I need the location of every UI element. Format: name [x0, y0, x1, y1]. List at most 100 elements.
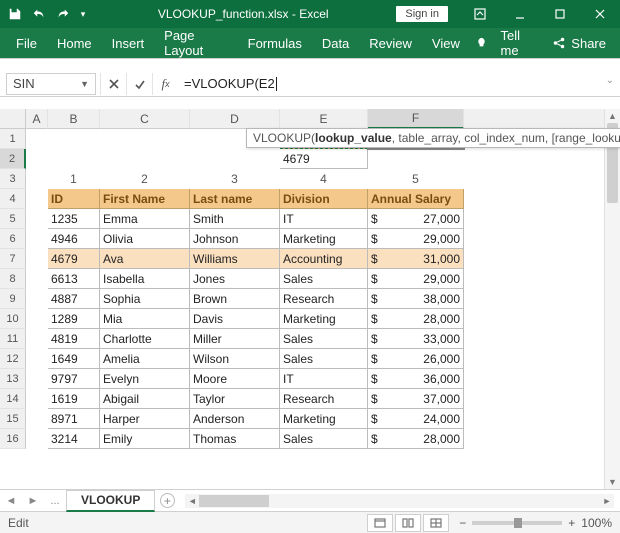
cell[interactable] — [26, 249, 48, 269]
sheet-nav-prev-icon[interactable]: ◄ — [0, 495, 22, 507]
cell[interactable]: 3214 — [48, 429, 100, 449]
tab-review[interactable]: Review — [359, 28, 422, 58]
lightbulb-icon[interactable] — [470, 36, 493, 51]
cell[interactable]: Sales — [280, 269, 368, 289]
cell[interactable]: $36,000 — [368, 369, 464, 389]
row-header[interactable]: 13 — [0, 369, 26, 389]
cell[interactable]: IT — [280, 209, 368, 229]
cell[interactable] — [464, 289, 620, 309]
chevron-down-icon[interactable]: ▼ — [80, 79, 89, 89]
row-header[interactable]: 1 — [0, 129, 26, 149]
spreadsheet-grid[interactable]: 1 2 3 4 5 6 7 8 9 10 11 12 13 14 15 16 A… — [0, 109, 620, 489]
cell[interactable]: Amelia — [100, 349, 190, 369]
cell[interactable]: Davis — [190, 309, 280, 329]
cell[interactable]: Sophia — [100, 289, 190, 309]
row-header[interactable]: 5 — [0, 209, 26, 229]
enter-formula-icon[interactable] — [126, 73, 152, 95]
cell[interactable]: Sales — [280, 349, 368, 369]
scroll-up-icon[interactable]: ▲ — [605, 109, 620, 123]
cell[interactable]: Isabella — [100, 269, 190, 289]
cell[interactable]: First Name — [100, 189, 190, 209]
expand-formula-bar-icon[interactable]: ⌄ — [606, 75, 614, 86]
save-icon[interactable] — [4, 3, 26, 25]
cell[interactable]: Marketing — [280, 409, 368, 429]
formula-bar[interactable]: =VLOOKUP(E2 ⌄ — [178, 71, 620, 96]
col-header[interactable]: E — [280, 109, 368, 129]
cell[interactable]: Division — [280, 189, 368, 209]
insert-function-icon[interactable]: fx — [152, 73, 178, 95]
cell[interactable] — [26, 229, 48, 249]
cell[interactable]: $33,000 — [368, 329, 464, 349]
zoom-in-icon[interactable]: + — [568, 516, 575, 530]
cell[interactable]: 2 — [100, 169, 190, 189]
cell[interactable]: $38,000 — [368, 289, 464, 309]
cell[interactable] — [464, 229, 620, 249]
ribbon-options-icon[interactable] — [460, 0, 500, 28]
cell[interactable]: $31,000 — [368, 249, 464, 269]
cell[interactable]: 4 — [280, 169, 368, 189]
name-box[interactable]: SIN ▼ — [6, 73, 96, 95]
row-header[interactable]: 12 — [0, 349, 26, 369]
cell[interactable]: Miller — [190, 329, 280, 349]
cell[interactable] — [26, 409, 48, 429]
minimize-icon[interactable] — [500, 0, 540, 28]
qat-dropdown-icon[interactable]: ▾ — [76, 3, 90, 25]
cell[interactable] — [100, 149, 190, 169]
sheet-nav-more[interactable]: ... — [44, 495, 66, 507]
cell[interactable] — [26, 169, 48, 189]
row-header[interactable]: 10 — [0, 309, 26, 329]
add-sheet-button[interactable]: + — [155, 493, 179, 508]
cell[interactable]: 4679 — [48, 249, 100, 269]
cell[interactable] — [368, 149, 464, 169]
view-page-break-icon[interactable] — [423, 514, 449, 532]
row-header[interactable]: 14 — [0, 389, 26, 409]
cell[interactable]: Johnson — [190, 229, 280, 249]
cell[interactable]: Anderson — [190, 409, 280, 429]
row-header[interactable]: 9 — [0, 289, 26, 309]
select-all-corner[interactable] — [0, 109, 26, 129]
cell[interactable]: Moore — [190, 369, 280, 389]
cell[interactable] — [26, 129, 48, 149]
cell[interactable]: Jones — [190, 269, 280, 289]
view-page-layout-icon[interactable] — [395, 514, 421, 532]
cell[interactable] — [190, 149, 280, 169]
cell[interactable]: 5 — [368, 169, 464, 189]
cell[interactable]: Accounting — [280, 249, 368, 269]
cell[interactable]: Research — [280, 289, 368, 309]
cell[interactable] — [464, 369, 620, 389]
cell[interactable] — [464, 329, 620, 349]
cell[interactable] — [26, 149, 48, 169]
cell[interactable]: Taylor — [190, 389, 280, 409]
cell[interactable]: Abigail — [100, 389, 190, 409]
row-header[interactable]: 2 — [0, 149, 26, 169]
share-button[interactable]: Share — [544, 36, 614, 51]
cell[interactable] — [464, 189, 620, 209]
cell[interactable] — [26, 349, 48, 369]
col-header[interactable]: A — [26, 109, 48, 129]
cell[interactable]: Evelyn — [100, 369, 190, 389]
col-header[interactable]: C — [100, 109, 190, 129]
cell[interactable] — [26, 189, 48, 209]
row-header[interactable]: 16 — [0, 429, 26, 449]
tell-me[interactable]: Tell me — [492, 28, 544, 58]
cell[interactable]: $28,000 — [368, 309, 464, 329]
cell[interactable]: ID — [48, 189, 100, 209]
row-header[interactable]: 11 — [0, 329, 26, 349]
cell[interactable]: 9797 — [48, 369, 100, 389]
scroll-left-icon[interactable]: ◄ — [185, 494, 199, 508]
maximize-icon[interactable] — [540, 0, 580, 28]
scroll-down-icon[interactable]: ▼ — [605, 475, 620, 489]
cell[interactable]: Sales — [280, 429, 368, 449]
cell[interactable]: Smith — [190, 209, 280, 229]
cell[interactable]: Harper — [100, 409, 190, 429]
tab-page-layout[interactable]: Page Layout — [154, 28, 237, 58]
cell[interactable]: Mia — [100, 309, 190, 329]
cell[interactable]: 1289 — [48, 309, 100, 329]
cell[interactable]: Sales — [280, 329, 368, 349]
cell[interactable] — [464, 409, 620, 429]
scroll-thumb[interactable] — [199, 495, 269, 507]
cell[interactable]: Olivia — [100, 229, 190, 249]
cell[interactable] — [48, 149, 100, 169]
sheet-tab-active[interactable]: VLOOKUP — [66, 490, 155, 512]
tab-file[interactable]: File — [6, 28, 47, 58]
